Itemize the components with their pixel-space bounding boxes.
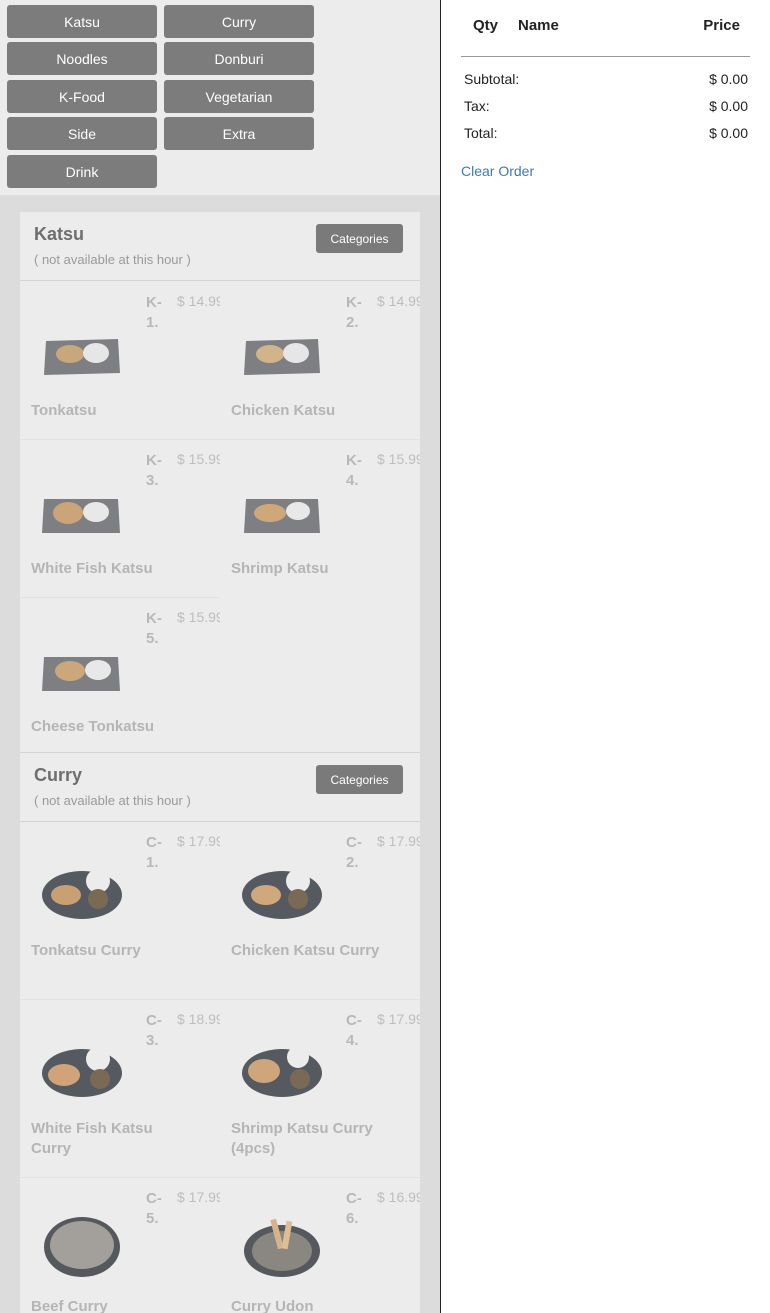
item-name: Shrimp Katsu Curry (4pcs) [231, 1120, 373, 1157]
item-name: Tonkatsu [31, 402, 97, 419]
subtotal-label: Subtotal: [464, 71, 520, 87]
item-code: K-4. [346, 452, 362, 489]
food-photo [242, 1046, 322, 1097]
item-price: $ 17.99 [377, 833, 420, 849]
item-price: $ 16.99 [377, 1189, 420, 1205]
item-code: C-6. [346, 1190, 362, 1227]
item-name: Curry Udon [231, 1298, 314, 1313]
food-photo [44, 1217, 120, 1277]
item-name: Chicken Katsu [231, 402, 336, 419]
item-price: $ 14.99 [377, 293, 420, 309]
item-price: $ 15.99 [177, 609, 220, 625]
item-price: $ 17.99 [177, 1189, 220, 1205]
item-price: $ 17.99 [177, 833, 220, 849]
menu-item-chicken-katsu[interactable]: K-2. $ 14.99 Chicken Katsu [220, 281, 420, 439]
section-title: Curry [34, 765, 83, 785]
food-photo [244, 339, 320, 375]
item-code: C-5. [146, 1190, 162, 1227]
item-name: Chicken Katsu Curry [231, 942, 380, 959]
food-photo [42, 499, 120, 533]
item-price: $ 15.99 [177, 451, 220, 467]
food-photo [44, 339, 120, 375]
categories-button[interactable]: Categories [316, 224, 403, 253]
categories-button[interactable]: Categories [316, 765, 403, 794]
item-code: C-1. [146, 834, 162, 871]
menu-item-chicken-katsu-curry[interactable]: C-2. $ 17.99 Chicken Katsu Curry [220, 821, 420, 999]
menu-pane: Katsu Curry Noodles Donburi K-Food Veget… [0, 0, 440, 1313]
category-button-extra[interactable]: Extra [164, 117, 314, 150]
food-photo [242, 869, 322, 919]
category-button-drink[interactable]: Drink [7, 155, 157, 188]
menu-item-white-fish-katsu-curry[interactable]: C-3. $ 18.99 White Fish Katsu Curry [20, 999, 220, 1177]
menu-item-shrimp-katsu[interactable]: K-4. $ 15.99 Shrimp Katsu [220, 439, 420, 597]
tax-label: Tax: [464, 98, 490, 114]
item-price: $ 14.99 [177, 293, 220, 309]
menu-item-cheese-tonkatsu[interactable]: K-5. $ 15.99 Cheese Tonkatsu [20, 597, 220, 752]
item-name: Tonkatsu Curry [31, 942, 141, 959]
item-code: K-2. [346, 294, 362, 331]
menu-item-tonkatsu[interactable]: K-1. $ 14.99 Tonkatsu [20, 281, 220, 439]
menu-item-beef-curry[interactable]: C-5. $ 17.99 Beef Curry [20, 1177, 220, 1313]
section-availability-note: ( not available at this hour ) [34, 793, 191, 808]
section-header-curry: Curry ( not available at this hour ) Cat… [20, 753, 420, 822]
item-code: K-3. [146, 452, 162, 489]
total-value: $ 0.00 [709, 125, 748, 141]
section-availability-note: ( not available at this hour ) [34, 252, 191, 267]
category-button-curry[interactable]: Curry [164, 5, 314, 38]
item-price: $ 18.99 [177, 1011, 220, 1027]
category-button-noodles[interactable]: Noodles [7, 42, 157, 75]
menu-item-tonkatsu-curry[interactable]: C-1. $ 17.99 Tonkatsu Curry [20, 821, 220, 999]
column-header-name: Name [518, 17, 559, 34]
item-name: Shrimp Katsu [231, 560, 329, 577]
column-header-qty: Qty [473, 17, 499, 34]
column-header-price: Price [703, 17, 740, 34]
category-button-vegetarian[interactable]: Vegetarian [164, 80, 314, 113]
category-button-side[interactable]: Side [7, 117, 157, 150]
item-name: Cheese Tonkatsu [31, 718, 155, 735]
category-grid: Katsu Curry Noodles Donburi K-Food Veget… [0, 0, 440, 195]
menu-list: Katsu ( not available at this hour ) Cat… [20, 212, 420, 1313]
category-button-katsu[interactable]: Katsu [7, 5, 157, 38]
menu-item-white-fish-katsu[interactable]: K-3. $ 15.99 White Fish Katsu [20, 439, 220, 597]
item-code: K-5. [146, 610, 162, 647]
item-code: C-4. [346, 1012, 362, 1049]
section-header-katsu: Katsu ( not available at this hour ) Cat… [20, 212, 420, 281]
food-photo [244, 1218, 320, 1277]
category-button-donburi[interactable]: Donburi [164, 42, 314, 75]
menu-item-curry-udon[interactable]: C-6. $ 16.99 Curry Udon [220, 1177, 420, 1313]
item-name: White Fish Katsu Curry [31, 1120, 153, 1157]
item-code: C-3. [146, 1012, 162, 1049]
food-photo [244, 499, 320, 533]
menu-item-shrimp-katsu-curry[interactable]: C-4. $ 17.99 Shrimp Katsu Curry (4pcs) [220, 999, 420, 1177]
item-price: $ 15.99 [377, 451, 420, 467]
food-photo [42, 1047, 122, 1097]
subtotal-value: $ 0.00 [709, 71, 748, 87]
order-pane: Qty Name Price Subtotal: $ 0.00 Tax: $ 0… [440, 0, 770, 1313]
total-label: Total: [464, 125, 498, 141]
section-title: Katsu [34, 224, 85, 244]
item-price: $ 17.99 [377, 1011, 420, 1027]
item-name: Beef Curry [31, 1298, 108, 1313]
food-photo [42, 657, 120, 691]
item-name: White Fish Katsu [31, 560, 153, 577]
item-code: C-2. [346, 834, 362, 871]
food-photo [42, 869, 122, 919]
tax-value: $ 0.00 [709, 98, 748, 114]
header-divider [461, 56, 750, 57]
clear-order-link[interactable]: Clear Order [461, 163, 534, 179]
item-code: K-1. [146, 294, 162, 331]
category-button-k-food[interactable]: K-Food [7, 80, 157, 113]
